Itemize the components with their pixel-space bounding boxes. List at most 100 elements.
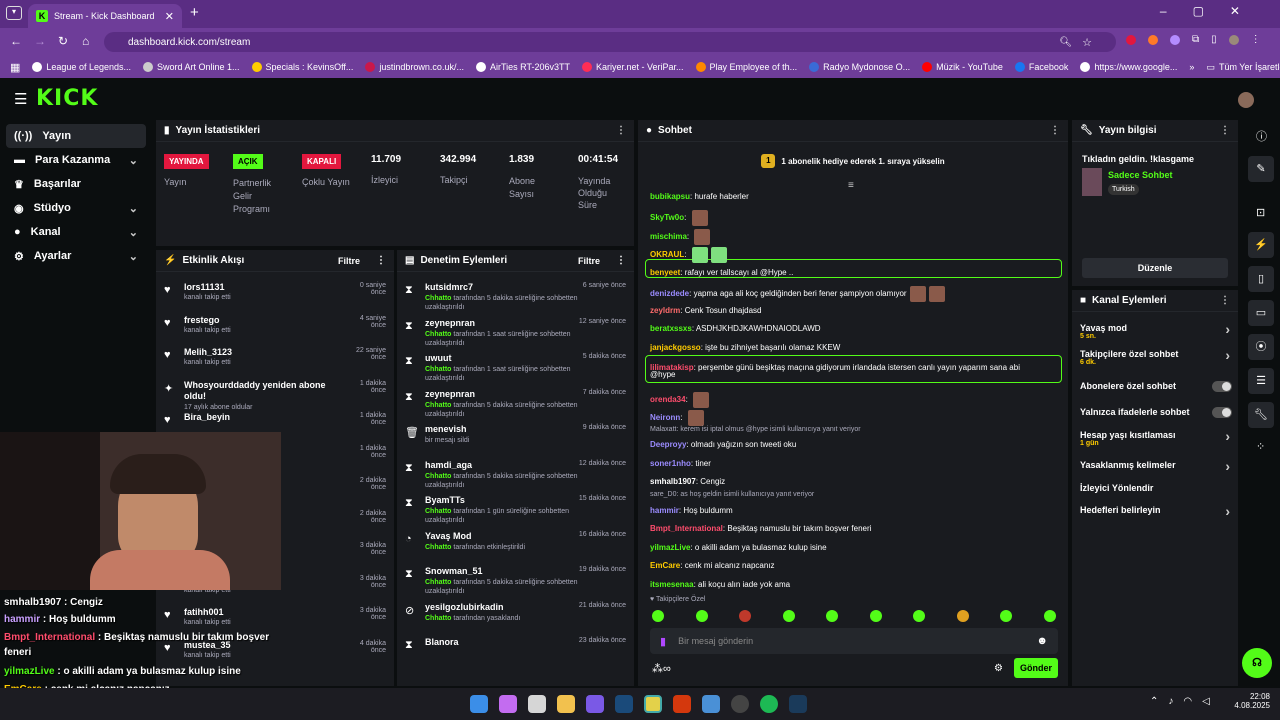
extension-icon[interactable] [1170,34,1180,45]
chat-icon[interactable]: ▭ [1248,300,1274,326]
close-tab-icon[interactable]: ✕ [165,10,174,23]
bookmark-item[interactable]: Kariyer.net - VeriPar... [581,62,684,72]
emote-icon[interactable] [913,610,926,622]
forward-icon[interactable]: → [34,34,46,48]
channel-action-item[interactable]: Hedefleri belirleyin › [1080,503,1232,525]
menu-dots-icon[interactable]: ⋮ [1251,34,1261,45]
more-options-icon[interactable]: ⋮ [1050,125,1060,136]
copilot-icon[interactable] [499,695,517,713]
collapse-icon[interactable]: ≡ [848,180,854,191]
steam-icon[interactable] [789,695,807,713]
more-options-icon[interactable]: ⋮ [1220,295,1230,306]
emote-icon[interactable] [869,610,882,622]
chat-username[interactable]: bubikapsu [650,192,690,201]
chat-message[interactable]: beratxssxs: ASDHJKHDJKAWHDNAIODLAWD [650,323,821,335]
chat-username[interactable]: denizdede [650,289,689,298]
microphone-icon[interactable]: ▮ [660,635,666,648]
channel-action-item[interactable]: Yasaklanmış kelimeler › [1080,458,1232,480]
chrome-icon[interactable] [644,695,662,713]
steam-icon[interactable] [615,695,633,713]
more-options-icon[interactable]: ⋮ [616,125,626,136]
chat-username[interactable]: Deeproyy [650,440,686,449]
emoji-icon[interactable]: ☻ [1036,635,1048,647]
info-icon[interactable]: ⓘ [1256,128,1267,144]
settings-gear-icon[interactable]: ⚙ [994,663,1003,674]
chat-message[interactable]: soner1nho: tiner [650,458,711,470]
emote-icon[interactable] [695,610,708,622]
chat-message[interactable]: hammir: Hoş buldumm [650,505,733,517]
folder-icon[interactable] [557,695,575,713]
document-icon[interactable]: ▯ [1248,266,1274,292]
channel-action-item[interactable]: Takipçilere özel sohbet 6 dk. › [1080,347,1232,369]
channel-action-item[interactable]: İzleyici Yönlendir [1080,483,1232,503]
chat-message[interactable]: benyeet: rafayı ver tallscayı al @Hype .… [650,267,793,279]
apps-grid-icon[interactable]: ▦ [10,61,20,74]
chat-message[interactable]: smhalb1907: Cengiz [650,476,725,488]
extension-icon[interactable] [1148,34,1158,45]
spotify-icon[interactable] [760,695,778,713]
bookmark-item[interactable]: https://www.google... [1080,62,1177,72]
sidebar-toggle-icon[interactable]: ▯ [1211,34,1217,45]
chat-message[interactable]: mischima: [650,229,711,245]
kick-logo[interactable]: KICK [36,86,98,111]
chevron-up-icon[interactable]: ⌃ [1150,696,1158,707]
bookmark-item[interactable]: justindbrown.co.uk/... [365,62,464,72]
sidebar-item-ayarlar[interactable]: ⚙ Ayarlar ⌄ [6,244,146,268]
chat-message[interactable]: Bmpt_International: Beşiktaş namuslu bir… [650,523,871,535]
chat-message[interactable]: yilmazLive: o akilli adam ya bulasmaz ku… [650,542,827,554]
emote-icon[interactable] [1000,610,1013,622]
zoom-icon[interactable]: 🔍︎ [1059,37,1072,48]
chat-message[interactable]: zeyldrm: Cenk Tosun dhajdasd [650,305,761,317]
bookmark-item[interactable]: Müzik - YouTube [922,62,1003,72]
sidebar-item-yayin[interactable]: ((·)) Yayın [6,124,146,148]
bookmark-item[interactable]: Play Employee of th... [695,62,797,72]
sidebar-item-para-kazanma[interactable]: ▬ Para Kazanma ⌄ [6,148,146,172]
chat-message[interactable]: lilimatakisp: perşembe günü beşiktaş maç… [650,362,1020,374]
chat-message[interactable]: EmCare: cenk mi alcanız napcanız [650,560,775,572]
emote-icon[interactable] [1043,610,1056,622]
photos-icon[interactable] [702,695,720,713]
reload-icon[interactable]: ↻ [58,34,68,48]
edit-pencil-icon[interactable]: ✎ [1248,156,1274,182]
emote-icon[interactable] [826,610,839,622]
more-options-icon[interactable]: ⋮ [616,255,626,266]
chat-message[interactable]: bubikapsu: hurafe haberler [650,191,749,203]
support-headset-icon[interactable]: ☊ [1242,648,1272,678]
sidebar-item-kanal[interactable]: ● Kanal ⌄ [6,220,146,244]
category-link[interactable]: Sadece Sohbet [1108,170,1173,180]
lightning-icon[interactable]: ⚡ [1248,232,1274,258]
chat-input[interactable]: ▮ Bir mesaj gönderin ☻ [650,628,1058,654]
chat-username[interactable]: EmCare [650,561,680,570]
capture-icon[interactable]: ⊡ [1256,206,1265,219]
bookmark-star-icon[interactable]: ☆ [1082,36,1092,49]
pinned-gift-banner[interactable]: 1 1 abonelik hediye ederek 1. sıraya yük… [638,146,1068,176]
chat-message[interactable]: Neironn: [650,410,704,426]
broadcast-icon[interactable]: ⦿ [1248,334,1274,360]
toggle-switch[interactable] [1212,407,1232,418]
puzzle-icon[interactable]: ⧉ [1192,34,1199,45]
bookmark-item[interactable]: League of Legends... [32,62,131,72]
chat-username[interactable]: soner1nho [650,459,691,468]
list-icon[interactable]: ☰ [1248,368,1274,394]
chat-username[interactable]: mischima [650,232,687,241]
bookmark-item[interactable]: Radyo Mydonose O... [809,62,910,72]
emote-icon[interactable] [782,610,795,622]
new-tab-icon[interactable]: + [190,4,199,21]
chat-username[interactable]: benyeet [650,268,680,277]
chat-username[interactable]: zeyldrm [650,306,680,315]
bookmark-item[interactable]: Sword Art Online 1... [142,62,240,72]
back-icon[interactable]: ← [10,34,22,48]
chat-message[interactable]: SkyTw0o: [650,210,708,226]
chat-username[interactable]: Bmpt_International [650,524,723,533]
chat-message[interactable]: denizdede: yapma aga ali koç geldiğinden… [650,286,945,302]
channel-action-item[interactable]: Hesap yaşı kısıtlaması 1 gün › [1080,428,1232,450]
chat-message[interactable]: OKRAUL: [650,247,727,263]
bookmark-item[interactable]: Facebook [1014,62,1068,72]
chat-username[interactable]: yilmazLive [650,543,690,552]
app-icon[interactable] [731,695,749,713]
edit-button[interactable]: Düzenle [1082,258,1228,278]
profile-avatar[interactable] [1228,34,1239,45]
volume-icon[interactable]: ◁ [1202,696,1210,707]
app-icon[interactable] [673,695,691,713]
chat-username[interactable]: janjackgosso [650,343,701,352]
